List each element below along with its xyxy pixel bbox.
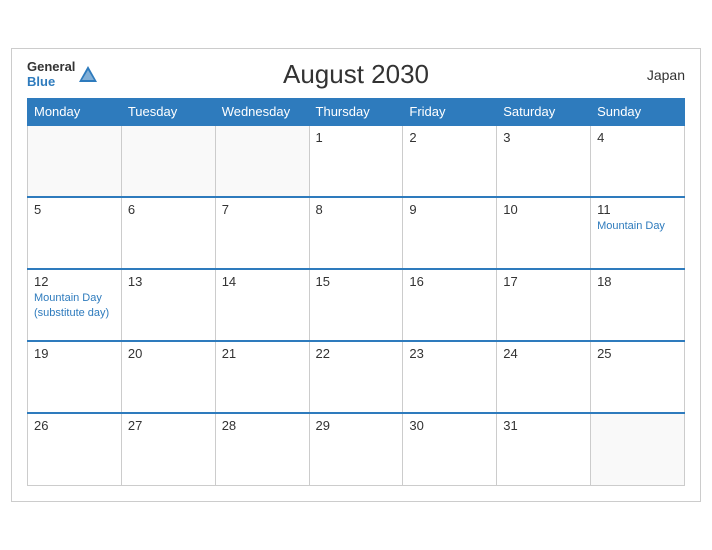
- logo-icon: [77, 64, 99, 86]
- logo: General Blue: [27, 60, 99, 89]
- day-number: 20: [128, 346, 209, 361]
- calendar-cell: 18: [591, 269, 685, 341]
- day-header-monday: Monday: [28, 99, 122, 126]
- calendar-cell: 17: [497, 269, 591, 341]
- day-header-thursday: Thursday: [309, 99, 403, 126]
- calendar-cell: 7: [215, 197, 309, 269]
- calendar-header: General Blue August 2030 Japan: [27, 59, 685, 90]
- day-header-tuesday: Tuesday: [121, 99, 215, 126]
- day-number: 14: [222, 274, 303, 289]
- week-row-2: 12 Mountain Day (substitute day) 13 14 15 16 1…: [28, 269, 685, 341]
- day-header-friday: Friday: [403, 99, 497, 126]
- calendar-cell: 3: [497, 125, 591, 197]
- calendar-cell: 1: [309, 125, 403, 197]
- day-number: 3: [503, 130, 584, 145]
- calendar-cell: 5: [28, 197, 122, 269]
- calendar-cell: 23: [403, 341, 497, 413]
- calendar-cell: 13: [121, 269, 215, 341]
- calendar-cell: 2: [403, 125, 497, 197]
- day-number: 21: [222, 346, 303, 361]
- calendar-cell: 31: [497, 413, 591, 485]
- day-number: 11: [597, 202, 678, 217]
- week-row-0: 1234: [28, 125, 685, 197]
- day-number: 27: [128, 418, 209, 433]
- day-number: 1: [316, 130, 397, 145]
- week-row-3: 19 20 21 22 23 24 25: [28, 341, 685, 413]
- day-number: 31: [503, 418, 584, 433]
- day-number: 29: [316, 418, 397, 433]
- calendar-cell: 26: [28, 413, 122, 485]
- days-header-row: MondayTuesdayWednesdayThursdayFridaySatu…: [28, 99, 685, 126]
- logo-general: General: [27, 59, 75, 74]
- calendar-cell: 20: [121, 341, 215, 413]
- day-header-saturday: Saturday: [497, 99, 591, 126]
- calendar-cell: 4: [591, 125, 685, 197]
- calendar-container: General Blue August 2030 Japan MondayTue…: [11, 48, 701, 502]
- calendar-cell: 11 Mountain Day: [591, 197, 685, 269]
- day-number: 12: [34, 274, 115, 289]
- country-label: Japan: [647, 67, 685, 83]
- day-number: 15: [316, 274, 397, 289]
- day-number: 16: [409, 274, 490, 289]
- calendar-cell: 22: [309, 341, 403, 413]
- calendar-cell: 15: [309, 269, 403, 341]
- calendar-cell: [215, 125, 309, 197]
- day-header-sunday: Sunday: [591, 99, 685, 126]
- calendar-cell: [28, 125, 122, 197]
- calendar-cell: 30: [403, 413, 497, 485]
- calendar-cell: 27: [121, 413, 215, 485]
- day-number: 6: [128, 202, 209, 217]
- day-number: 2: [409, 130, 490, 145]
- day-number: 22: [316, 346, 397, 361]
- day-number: 24: [503, 346, 584, 361]
- day-number: 9: [409, 202, 490, 217]
- day-number: 4: [597, 130, 678, 145]
- day-number: 10: [503, 202, 584, 217]
- calendar-title: August 2030: [283, 59, 429, 90]
- calendar-cell: 21: [215, 341, 309, 413]
- calendar-cell: 8: [309, 197, 403, 269]
- day-number: 8: [316, 202, 397, 217]
- day-number: 25: [597, 346, 678, 361]
- day-number: 18: [597, 274, 678, 289]
- calendar-cell: 19: [28, 341, 122, 413]
- logo-blue: Blue: [27, 74, 55, 89]
- calendar-cell: 16: [403, 269, 497, 341]
- calendar-cell: 6: [121, 197, 215, 269]
- calendar-grid: MondayTuesdayWednesdayThursdayFridaySatu…: [27, 98, 685, 486]
- calendar-cell: 12 Mountain Day (substitute day): [28, 269, 122, 341]
- calendar-cell: 24: [497, 341, 591, 413]
- day-number: 5: [34, 202, 115, 217]
- day-number: 30: [409, 418, 490, 433]
- week-row-1: 56789 10 11 Mountain Day: [28, 197, 685, 269]
- holiday-name: Mountain Day: [597, 219, 678, 233]
- calendar-cell: 9: [403, 197, 497, 269]
- week-row-4: 26 27 28 29 30 31: [28, 413, 685, 485]
- day-number: 7: [222, 202, 303, 217]
- calendar-cell: 28: [215, 413, 309, 485]
- day-header-wednesday: Wednesday: [215, 99, 309, 126]
- day-number: 17: [503, 274, 584, 289]
- day-number: 28: [222, 418, 303, 433]
- day-number: 19: [34, 346, 115, 361]
- calendar-cell: 14: [215, 269, 309, 341]
- day-number: 26: [34, 418, 115, 433]
- day-number: 23: [409, 346, 490, 361]
- calendar-cell: [121, 125, 215, 197]
- holiday-name: Mountain Day (substitute day): [34, 291, 115, 320]
- calendar-cell: [591, 413, 685, 485]
- calendar-cell: 29: [309, 413, 403, 485]
- calendar-cell: 10: [497, 197, 591, 269]
- calendar-cell: 25: [591, 341, 685, 413]
- day-number: 13: [128, 274, 209, 289]
